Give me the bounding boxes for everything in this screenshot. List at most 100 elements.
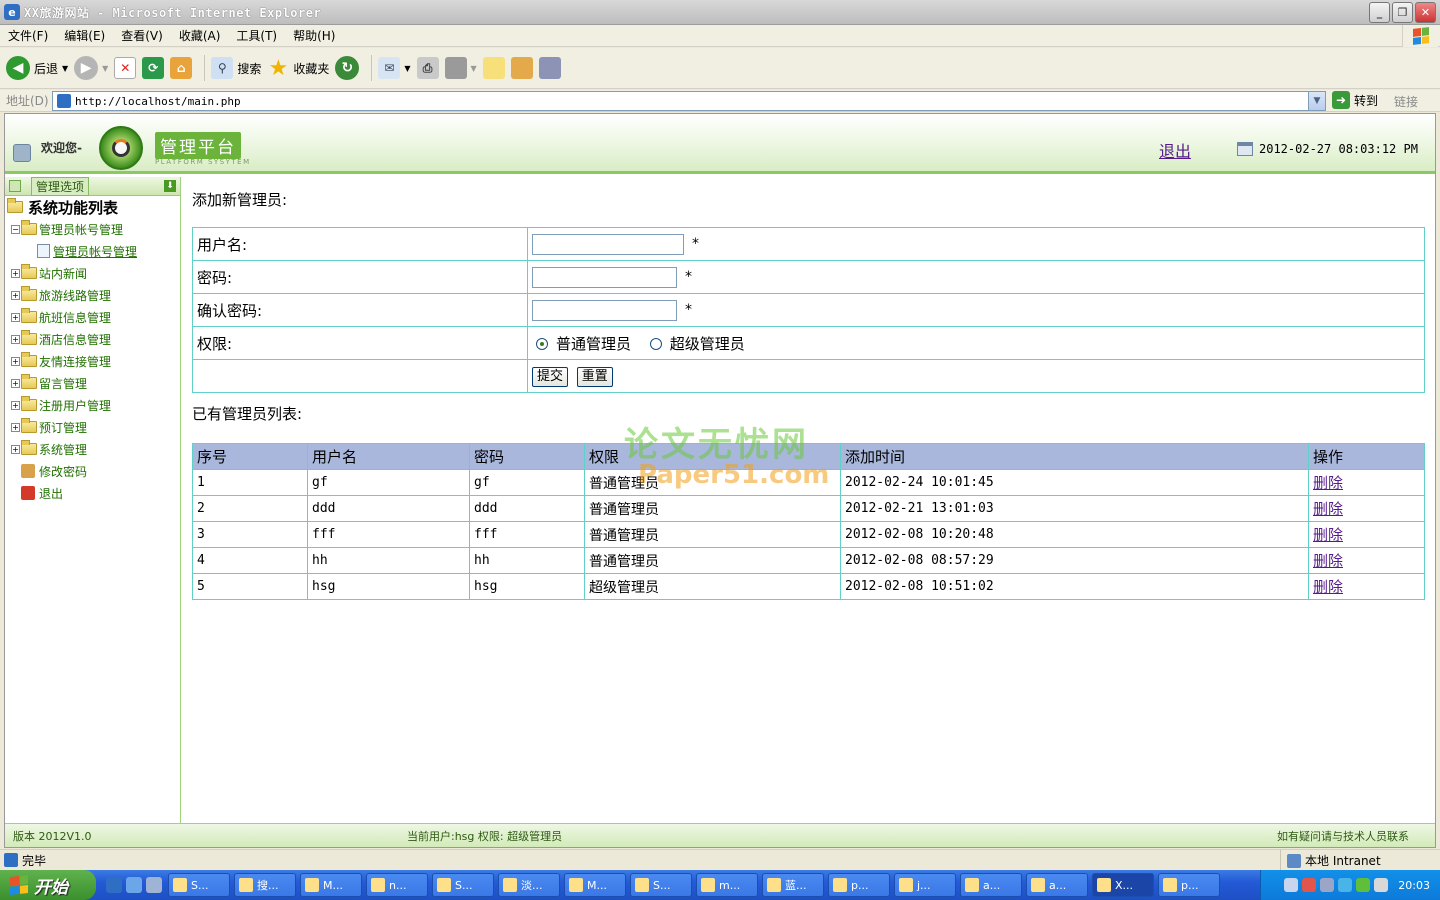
sidebar-item-logout[interactable]: 退出 xyxy=(7,482,180,504)
taskbar-item[interactable]: 淡... xyxy=(498,873,560,897)
menu-edit[interactable]: 编辑(E) xyxy=(56,27,113,44)
sidebar-item-flights[interactable]: + 航班信息管理 xyxy=(7,306,180,328)
reset-button[interactable]: 重置 xyxy=(576,366,613,387)
refresh-icon[interactable]: ⟳ xyxy=(142,57,165,79)
sidebar-item-change-password[interactable]: 修改密码 xyxy=(7,460,180,482)
expand-icon[interactable]: + xyxy=(11,312,20,322)
sidebar-item-users[interactable]: + 注册用户管理 xyxy=(7,394,180,416)
role-super-radio[interactable] xyxy=(649,338,662,350)
collapse-arrow-icon[interactable]: ⬇ xyxy=(164,180,176,192)
expand-icon[interactable]: + xyxy=(11,356,20,366)
delete-link[interactable]: 删除 xyxy=(1313,552,1343,570)
sidebar-item-routes[interactable]: + 旅游线路管理 xyxy=(7,284,180,306)
go-button[interactable]: ➜ 转到 xyxy=(1332,91,1378,109)
taskbar-item[interactable]: p... xyxy=(828,873,890,897)
delete-link[interactable]: 删除 xyxy=(1313,474,1343,492)
taskbar-item[interactable]: p... xyxy=(1158,873,1220,897)
search-button[interactable]: ⚲ 搜索 xyxy=(211,57,261,79)
folder-icon xyxy=(21,352,37,367)
tray-icon[interactable] xyxy=(1374,878,1389,892)
taskbar-item[interactable]: a... xyxy=(1026,873,1088,897)
tray-icon[interactable] xyxy=(1356,878,1371,892)
sidebar-item-hotels[interactable]: + 酒店信息管理 xyxy=(7,328,180,350)
expand-icon[interactable]: + xyxy=(11,334,20,344)
forward-button[interactable]: ▶ ▼ xyxy=(74,56,108,80)
address-input[interactable]: http://localhost/main.php ▼ xyxy=(52,91,1326,111)
menu-favorites[interactable]: 收藏(A) xyxy=(171,27,229,44)
minimize-button[interactable]: _ xyxy=(1369,2,1390,23)
expand-icon[interactable]: + xyxy=(11,400,20,410)
maximize-button[interactable]: ❐ xyxy=(1392,2,1413,23)
taskbar-item[interactable]: M... xyxy=(300,873,362,897)
taskbar-item[interactable]: j... xyxy=(894,873,956,897)
stop-icon[interactable]: ✕ xyxy=(114,57,137,79)
sidebar-item-label: 注册用户管理 xyxy=(39,398,112,413)
expand-icon[interactable]: + xyxy=(11,444,20,454)
role-normal-radio[interactable] xyxy=(536,338,548,350)
taskbar-item[interactable]: n... xyxy=(366,873,428,897)
password-input[interactable] xyxy=(532,266,677,288)
forward-dropdown-icon[interactable]: ▼ xyxy=(102,64,108,73)
logout-link[interactable]: 退出 xyxy=(1159,138,1191,162)
note-icon[interactable] xyxy=(482,57,505,79)
taskbar-item[interactable]: S... xyxy=(630,873,692,897)
keyboard-icon[interactable] xyxy=(1284,878,1299,892)
start-button[interactable]: 开始 xyxy=(0,870,96,900)
taskbar-item[interactable]: S... xyxy=(168,873,230,897)
edit-icon[interactable] xyxy=(444,57,467,79)
menu-help[interactable]: 帮助(H) xyxy=(285,27,343,44)
expand-icon[interactable]: + xyxy=(11,268,20,278)
links-button[interactable]: 链接 xyxy=(1394,93,1418,110)
back-dropdown-icon[interactable]: ▼ xyxy=(62,64,68,73)
sidebar-item-messages[interactable]: + 留言管理 xyxy=(7,372,180,394)
delete-link[interactable]: 删除 xyxy=(1313,500,1343,518)
messenger-icon[interactable] xyxy=(538,57,561,79)
tray-icon[interactable] xyxy=(1338,878,1353,892)
sidebar-item-news[interactable]: + 站内新闻 xyxy=(7,262,180,284)
submit-button[interactable]: 提交 xyxy=(532,366,569,387)
expand-icon[interactable]: + xyxy=(11,378,20,388)
cell-time: 2012-02-21 13:01:03 xyxy=(840,495,1309,522)
address-dropdown-icon[interactable]: ▼ xyxy=(1308,92,1325,110)
taskbar-item-active[interactable]: X... xyxy=(1092,873,1154,897)
menu-view[interactable]: 查看(V) xyxy=(113,27,171,44)
address-url[interactable]: http://localhost/main.php xyxy=(75,95,241,108)
status-text: 完毕 xyxy=(22,853,47,868)
research-icon[interactable] xyxy=(510,57,533,79)
sidebar-item-bookings[interactable]: + 预订管理 xyxy=(7,416,180,438)
sidebar-tab[interactable]: 管理选项 xyxy=(31,176,90,196)
print-icon[interactable]: ⎙ xyxy=(416,57,439,79)
sidebar-item-links[interactable]: + 友情连接管理 xyxy=(7,350,180,372)
sidebar-item-admin-account[interactable]: − 管理员帐号管理 xyxy=(7,218,180,240)
expand-icon[interactable]: + xyxy=(11,422,20,432)
back-button[interactable]: ◀ 后退 ▼ xyxy=(6,56,68,80)
collapse-icon[interactable]: − xyxy=(11,224,20,234)
confirm-password-input[interactable] xyxy=(532,299,677,321)
mail-icon[interactable]: ✉ xyxy=(378,57,401,79)
desktop-quicklaunch-icon[interactable] xyxy=(146,877,162,893)
username-input[interactable] xyxy=(532,233,684,255)
taskbar-item[interactable]: 搜... xyxy=(234,873,296,897)
delete-link[interactable]: 删除 xyxy=(1313,578,1343,596)
tree-root[interactable]: 系统功能列表 xyxy=(7,196,180,218)
taskbar-item[interactable]: a... xyxy=(960,873,1022,897)
taskbar-item[interactable]: 蓝... xyxy=(762,873,824,897)
delete-link[interactable]: 删除 xyxy=(1313,526,1343,544)
taskbar-item[interactable]: m... xyxy=(696,873,758,897)
ie-quicklaunch-icon[interactable] xyxy=(106,877,122,893)
outlook-quicklaunch-icon[interactable] xyxy=(126,877,142,893)
sidebar-item-label: 旅游线路管理 xyxy=(39,288,112,303)
taskbar-item[interactable]: S... xyxy=(432,873,494,897)
menu-tools[interactable]: 工具(T) xyxy=(228,27,285,44)
taskbar-item[interactable]: M... xyxy=(564,873,626,897)
expand-icon[interactable]: + xyxy=(11,290,20,300)
close-button[interactable]: ✕ xyxy=(1415,2,1436,23)
history-icon[interactable]: ↻ xyxy=(335,56,360,80)
sidebar-item-admin-account-manage[interactable]: 管理员帐号管理 xyxy=(7,240,180,262)
network-icon[interactable] xyxy=(1320,878,1335,892)
home-icon[interactable]: ⌂ xyxy=(170,57,193,79)
menu-file[interactable]: 文件(F) xyxy=(0,27,56,44)
tray-icon[interactable] xyxy=(1302,878,1317,892)
favorites-button[interactable]: ★ 收藏夹 xyxy=(267,56,329,81)
sidebar-item-system[interactable]: + 系统管理 xyxy=(7,438,180,460)
